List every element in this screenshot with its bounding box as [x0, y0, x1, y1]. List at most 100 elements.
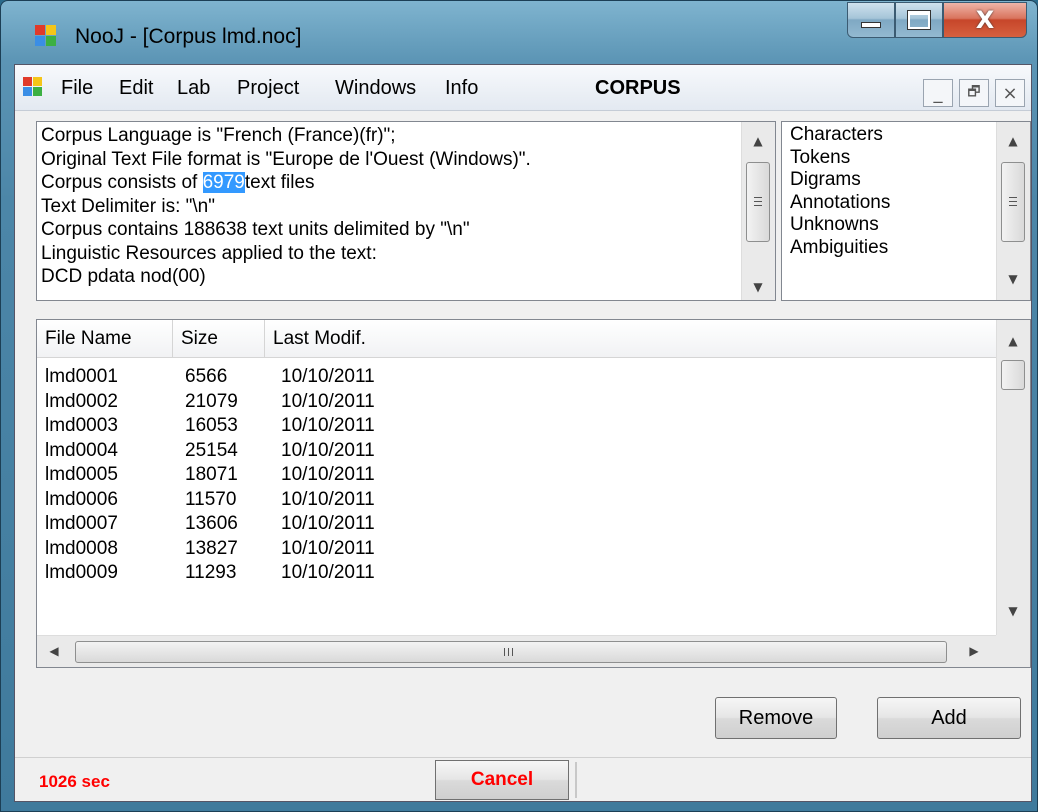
caption-buttons: X — [847, 2, 1027, 38]
scroll-left-icon[interactable]: ◀ — [39, 644, 69, 658]
status-separator — [575, 762, 577, 798]
cancel-button[interactable]: Cancel — [435, 760, 569, 800]
file-date-cell: 10/10/2011 — [281, 537, 375, 559]
nooj-app-icon — [35, 25, 57, 47]
file-size-cell: 16053 — [185, 415, 238, 436]
maximize-button[interactable] — [895, 2, 943, 38]
scroll-down-icon[interactable]: ▼ — [742, 280, 774, 294]
file-size-cell: 13606 — [185, 513, 238, 534]
statistics-listbox[interactable]: Characters Tokens Digrams Annotations Un… — [781, 121, 1031, 301]
scroll-down-icon[interactable]: ▼ — [997, 604, 1029, 618]
close-icon: × — [1002, 82, 1018, 104]
file-size-cell: 11570 — [185, 488, 237, 510]
column-header-size[interactable]: Size — [173, 320, 265, 358]
files-count-selected[interactable]: 6979 — [202, 172, 245, 193]
scroll-thumb[interactable] — [1001, 360, 1025, 390]
add-button[interactable]: Add — [877, 697, 1021, 739]
stat-item-annotations[interactable]: Annotations — [790, 192, 890, 215]
scroll-up-icon[interactable]: ▲ — [742, 134, 774, 148]
table-row[interactable]: lmd0006 11570 10/10/2011 — [37, 489, 997, 513]
scroll-thumb[interactable] — [746, 162, 770, 242]
nooj-window: NooJ - [Corpus lmd.noc] X File Edit Lab … — [0, 0, 1038, 812]
minimize-button[interactable] — [847, 2, 895, 38]
scroll-down-icon[interactable]: ▼ — [997, 272, 1029, 286]
mdi-close-button[interactable]: × — [995, 79, 1025, 107]
elapsed-time: 1026 sec — [39, 772, 110, 791]
file-date-cell: 10/10/2011 — [281, 562, 375, 583]
files-vertical-scrollbar[interactable]: ▲ ▼ — [996, 320, 1030, 637]
close-icon: X — [975, 6, 995, 34]
file-date-cell: 10/10/2011 — [281, 415, 375, 436]
file-size-cell: 6566 — [185, 366, 228, 387]
stat-item-unknowns[interactable]: Unknowns — [790, 214, 890, 237]
file-date-cell: 10/10/2011 — [281, 464, 375, 485]
stat-item-characters[interactable]: Characters — [790, 124, 890, 147]
menu-lab[interactable]: Lab — [177, 77, 210, 100]
file-size-cell: 11293 — [185, 562, 237, 583]
file-list-view[interactable]: File Name Size Last Modif. lmd0001 6566 10… — [36, 319, 1031, 668]
table-row[interactable]: lmd0005 18071 10/10/2011 — [37, 464, 997, 488]
file-size-cell: 21079 — [185, 390, 238, 412]
window-title: NooJ - [Corpus lmd.noc] — [75, 25, 302, 48]
file-name-cell: lmd0004 — [45, 439, 118, 461]
scroll-thumb[interactable] — [1001, 162, 1025, 242]
files-count-suffix: text files — [244, 172, 315, 193]
table-row[interactable]: lmd0009 11293 10/10/2011 — [37, 562, 997, 586]
column-header-last-modif[interactable]: Last Modif. — [265, 320, 999, 358]
menu-edit[interactable]: Edit — [119, 77, 153, 100]
column-header-file-name[interactable]: File Name — [37, 320, 173, 358]
mdi-child-icon[interactable] — [23, 77, 43, 97]
file-date-cell: 10/10/2011 — [281, 488, 375, 510]
mdi-restore-button[interactable]: 🗗 — [959, 79, 989, 107]
corpus-child-window: File Edit Lab Project Windows Info CORPU… — [14, 64, 1032, 802]
menu-project[interactable]: Project — [237, 77, 299, 100]
scroll-up-icon[interactable]: ▲ — [997, 334, 1029, 348]
title-bar[interactable]: NooJ - [Corpus lmd.noc] X — [1, 1, 1037, 57]
table-row[interactable]: lmd0004 25154 10/10/2011 — [37, 440, 997, 464]
file-name-cell: lmd0006 — [45, 488, 118, 510]
menu-bar: File Edit Lab Project Windows Info CORPU… — [15, 65, 1031, 111]
files-horizontal-scrollbar[interactable]: ◀ ▶ — [37, 635, 997, 667]
menu-windows[interactable]: Windows — [335, 77, 416, 100]
file-date-cell: 10/10/2011 — [281, 390, 375, 412]
menu-info[interactable]: Info — [445, 77, 478, 100]
menu-file[interactable]: File — [61, 77, 93, 100]
file-date-cell: 10/10/2011 — [281, 366, 375, 387]
file-date-cell: 10/10/2011 — [281, 513, 375, 534]
file-name-cell: lmd0001 — [45, 366, 118, 387]
h-scroll-thumb[interactable] — [75, 641, 947, 663]
info-line: Text Delimiter is: "\n" — [41, 195, 215, 217]
stat-item-digrams[interactable]: Digrams — [790, 169, 890, 192]
file-name-cell: lmd0002 — [45, 390, 118, 412]
mdi-minimize-button[interactable]: _ — [923, 79, 953, 107]
info-line: Linguistic Resources applied to the text… — [41, 242, 377, 264]
table-row[interactable]: lmd0002 21079 10/10/2011 — [37, 391, 997, 415]
stats-vertical-scrollbar[interactable]: ▲ ▼ — [996, 122, 1030, 300]
files-count-prefix: Corpus consists of — [41, 172, 203, 193]
file-size-cell: 25154 — [185, 439, 238, 461]
file-size-cell: 18071 — [185, 464, 238, 485]
file-date-cell: 10/10/2011 — [281, 439, 375, 461]
scroll-up-icon[interactable]: ▲ — [997, 134, 1029, 148]
file-name-cell: lmd0008 — [45, 537, 118, 559]
minimize-icon — [861, 22, 881, 28]
table-row[interactable]: lmd0001 6566 10/10/2011 — [37, 366, 997, 390]
corpus-info-textbox[interactable]: Corpus Language is "French (France)(fr)"… — [36, 121, 776, 301]
corpus-info-lines: Corpus Language is "French (France)(fr)"… — [41, 124, 531, 289]
statistics-items: Characters Tokens Digrams Annotations Un… — [790, 124, 890, 259]
scroll-corner — [996, 635, 1030, 667]
file-size-cell: 13827 — [185, 537, 238, 559]
info-line: Corpus contains 188638 text units delimi… — [41, 219, 470, 240]
table-row[interactable]: lmd0003 16053 10/10/2011 — [37, 415, 997, 439]
info-vertical-scrollbar[interactable]: ▲ ▼ — [741, 122, 775, 300]
info-line: DCD pdata nod(00) — [41, 266, 206, 287]
table-row[interactable]: lmd0007 13606 10/10/2011 — [37, 513, 997, 537]
stat-item-ambiguities[interactable]: Ambiguities — [790, 237, 890, 260]
scroll-right-icon[interactable]: ▶ — [959, 644, 989, 658]
minimize-icon: _ — [933, 82, 943, 104]
menu-corpus[interactable]: CORPUS — [595, 77, 681, 100]
stat-item-tokens[interactable]: Tokens — [790, 147, 890, 170]
table-row[interactable]: lmd0008 13827 10/10/2011 — [37, 538, 997, 562]
close-button[interactable]: X — [943, 2, 1027, 38]
remove-button[interactable]: Remove — [715, 697, 837, 739]
